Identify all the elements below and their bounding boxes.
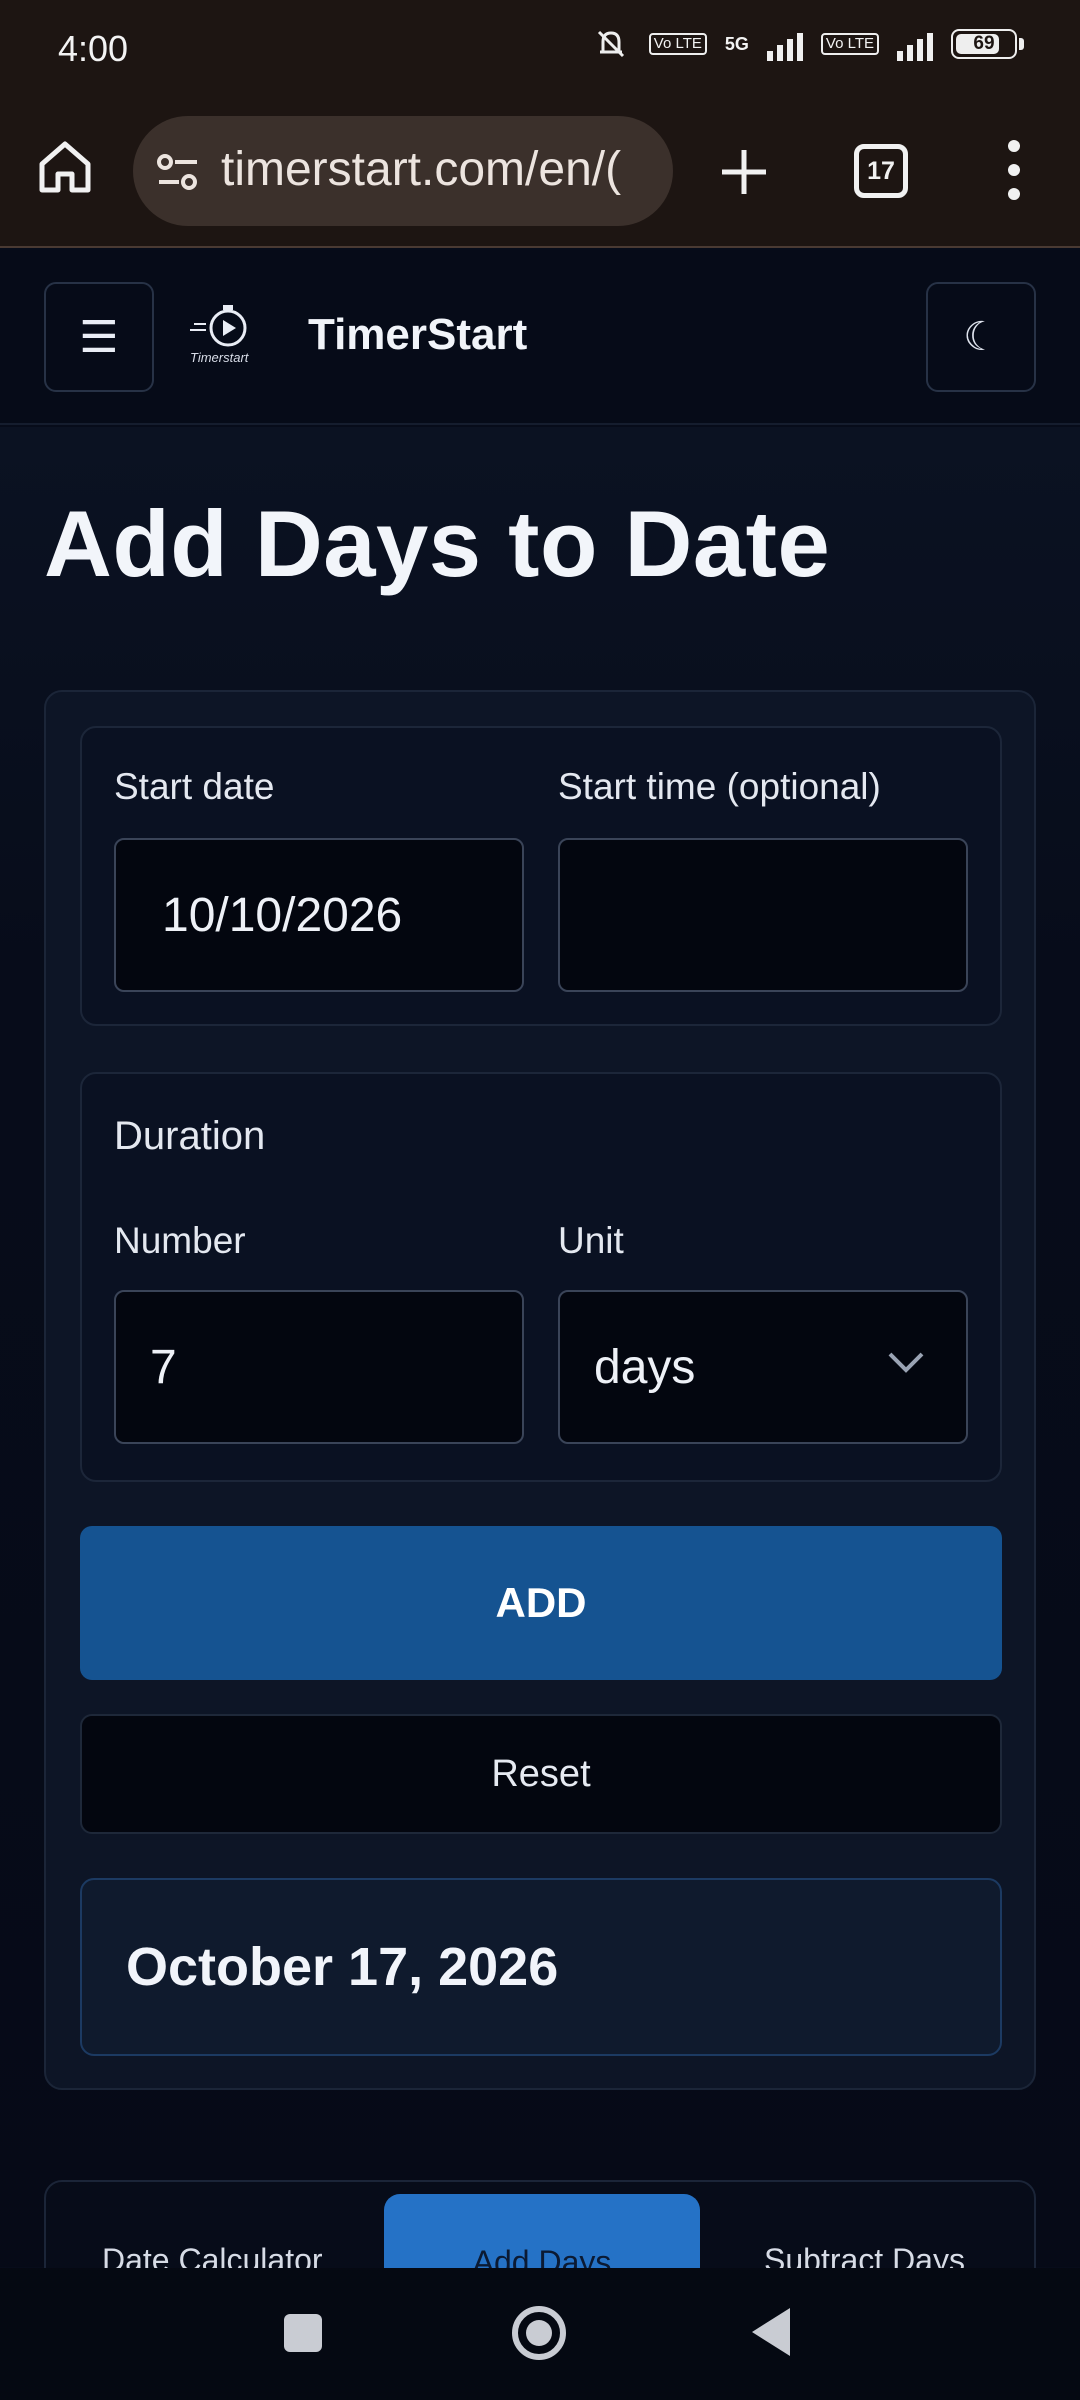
unit-label: Unit xyxy=(558,1220,624,1261)
more-icon[interactable] xyxy=(1000,140,1028,200)
signal-icon xyxy=(766,27,803,61)
start-time-label: Start time (optional) xyxy=(558,766,881,807)
site-name[interactable]: TimerStart xyxy=(308,310,527,360)
volte-icon-2: Vo LTE xyxy=(820,33,879,55)
browser-toolbar: timerstart.com/en/( 17 xyxy=(0,100,1080,248)
moon-icon: ☾ xyxy=(963,315,999,359)
url-text: timerstart.com/en/( xyxy=(221,143,622,196)
start-date-input[interactable]: 10/10/2026 xyxy=(114,838,524,992)
chevron-down-icon xyxy=(888,1352,924,1373)
status-time: 4:00 xyxy=(58,28,129,69)
unit-select[interactable]: days xyxy=(558,1290,968,1444)
page-title: Add Days to Date xyxy=(44,491,831,596)
tab-count: 17 xyxy=(867,156,895,185)
add-button[interactable]: ADD xyxy=(80,1526,1002,1680)
start-date-panel: Start date 10/10/2026 Start time (option… xyxy=(80,726,1002,1026)
recents-icon[interactable] xyxy=(284,2314,322,2352)
result-date: October 17, 2026 xyxy=(126,1937,559,1997)
volte-icon: Vo LTE xyxy=(648,33,707,55)
silent-bell-icon xyxy=(597,30,624,58)
status-icons: Vo LTE 5G Vo LTE 69 xyxy=(591,24,1024,64)
unit-value: days xyxy=(594,1340,696,1394)
signal-icon-2 xyxy=(897,27,933,61)
home-icon[interactable] xyxy=(36,138,94,196)
start-time-input[interactable] xyxy=(558,838,968,992)
menu-icon: ☰ xyxy=(79,312,119,362)
reset-button-label: Reset xyxy=(491,1752,591,1795)
address-bar[interactable]: timerstart.com/en/( xyxy=(133,116,673,226)
start-date-label: Start date xyxy=(114,766,275,807)
logo-caption: Timerstart xyxy=(190,350,249,365)
tabs-button[interactable]: 17 xyxy=(854,144,908,198)
add-button-label: ADD xyxy=(495,1579,587,1626)
menu-button[interactable]: ☰ xyxy=(44,282,154,392)
battery-level: 69 xyxy=(973,33,995,54)
reset-button[interactable]: Reset xyxy=(80,1714,1002,1834)
duration-panel: Duration Number 7 Unit days xyxy=(80,1072,1002,1482)
start-date-value: 10/10/2026 xyxy=(162,888,403,942)
status-bar: 4:00 Vo LTE 5G Vo LTE 69 xyxy=(0,0,1080,100)
system-nav-bar xyxy=(0,2268,1080,2400)
number-value: 7 xyxy=(150,1340,177,1394)
home-nav-icon[interactable] xyxy=(512,2306,566,2360)
back-icon[interactable] xyxy=(752,2308,790,2356)
site-header: ☰ Timerstart TimerStart ☾ xyxy=(0,250,1080,425)
number-input[interactable]: 7 xyxy=(114,1290,524,1444)
number-label: Number xyxy=(114,1220,246,1261)
plus-icon[interactable] xyxy=(718,146,770,198)
site-info-icon[interactable] xyxy=(155,150,201,194)
calculator-card: Start date 10/10/2026 Start time (option… xyxy=(44,690,1036,2090)
network-type: 5G xyxy=(724,33,749,54)
theme-toggle-button[interactable]: ☾ xyxy=(926,282,1036,392)
result-box: October 17, 2026 xyxy=(80,1878,1002,2056)
battery-icon: 69 xyxy=(951,29,1024,59)
duration-heading: Duration xyxy=(114,1114,266,1158)
